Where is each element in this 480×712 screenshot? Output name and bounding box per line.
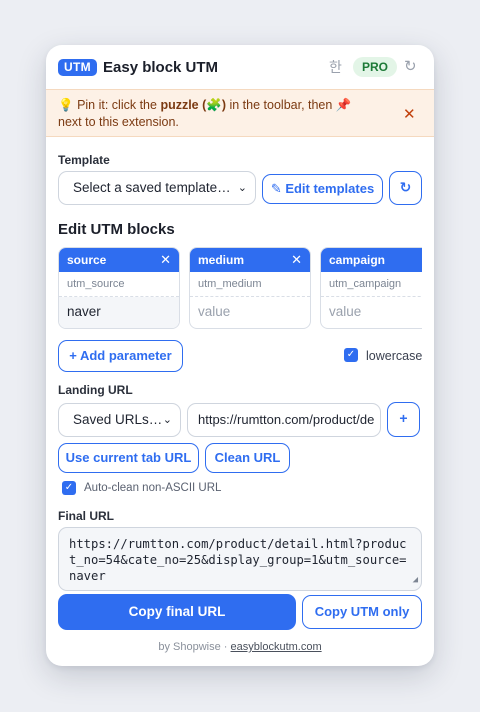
- utm-block-campaign: campaign utm_campaign value: [320, 247, 422, 329]
- pin-notice-banner: 💡 Pin it: click the puzzle (🧩) in the to…: [46, 89, 434, 137]
- autoclean-label: Auto-clean non-ASCII URL: [84, 482, 222, 494]
- landing-url-input[interactable]: https://rumtton.com/product/de: [187, 403, 381, 437]
- utm-block-source: source ✕ utm_source naver: [58, 247, 180, 329]
- copy-utm-only-button[interactable]: Copy UTM only: [302, 595, 422, 629]
- utm-blocks-row: source ✕ utm_source naver medium ✕ utm_m…: [58, 247, 422, 329]
- remove-block-icon[interactable]: ✕: [160, 248, 171, 272]
- utm-value-field[interactable]: value: [190, 297, 310, 328]
- utm-block-header[interactable]: campaign: [321, 248, 422, 272]
- notice-text-part: in the toolbar, then: [229, 98, 333, 112]
- header: UTM Easy block UTM 한 PRO ↻: [46, 45, 434, 89]
- clean-url-button[interactable]: Clean URL: [205, 443, 290, 473]
- chevron-down-icon: ⌄: [237, 182, 247, 194]
- lowercase-label: lowercase: [366, 349, 423, 363]
- autoclean-checkbox[interactable]: ✓: [62, 481, 76, 495]
- utm-value-field[interactable]: value: [321, 297, 422, 328]
- notice-text-part: Pin it: click the: [77, 98, 157, 112]
- remove-block-icon[interactable]: ✕: [291, 248, 302, 272]
- edit-utm-heading: Edit UTM blocks: [58, 221, 175, 238]
- utm-value-field[interactable]: naver: [59, 297, 179, 328]
- saved-urls-select[interactable]: Saved URLs… ⌄: [58, 403, 181, 437]
- utm-key-field[interactable]: utm_source: [59, 272, 179, 297]
- reload-icon[interactable]: ↻: [404, 57, 417, 75]
- utm-key-field[interactable]: utm_campaign: [321, 272, 422, 297]
- resize-grip-icon[interactable]: ◢: [413, 572, 418, 588]
- lowercase-checkbox[interactable]: ✓: [344, 348, 358, 362]
- add-parameter-button[interactable]: + Add parameter: [58, 340, 183, 372]
- lightbulb-icon: 💡: [58, 98, 74, 112]
- notice-puzzle-text: puzzle (🧩): [160, 98, 226, 112]
- utm-block-title: campaign: [329, 253, 386, 267]
- notice-text-part: next to this extension.: [58, 115, 179, 129]
- landing-url-label: Landing URL: [58, 383, 133, 397]
- utm-key-field[interactable]: utm_medium: [190, 272, 310, 297]
- language-toggle-button[interactable]: 한: [329, 57, 342, 77]
- footer: by Shopwise · easyblockutm.com: [46, 641, 434, 653]
- refresh-templates-icon[interactable]: ↻: [389, 171, 422, 205]
- template-select[interactable]: Select a saved template… ⌄: [58, 171, 256, 205]
- footer-link[interactable]: easyblockutm.com: [231, 641, 322, 653]
- pushpin-icon: 📌: [335, 98, 352, 112]
- saved-urls-value: Saved URLs…: [73, 412, 163, 427]
- utm-block-header[interactable]: medium ✕: [190, 248, 310, 272]
- use-current-tab-button[interactable]: Use current tab URL: [58, 443, 199, 473]
- save-url-add-icon[interactable]: +: [387, 402, 420, 437]
- final-url-textarea[interactable]: https://rumtton.com/product/detail.html?…: [58, 527, 422, 591]
- final-url-label: Final URL: [58, 509, 114, 523]
- utm-block-title: source: [67, 253, 107, 267]
- footer-credit: by Shopwise ·: [158, 641, 228, 653]
- edit-templates-button[interactable]: ✎ Edit templates: [262, 174, 383, 204]
- utm-block-title: medium: [198, 253, 245, 267]
- final-url-text: https://rumtton.com/product/detail.html?…: [69, 537, 407, 583]
- pro-badge[interactable]: PRO: [353, 57, 397, 77]
- close-notice-icon[interactable]: ✕: [403, 105, 416, 123]
- utm-block-medium: medium ✕ utm_medium value: [189, 247, 311, 329]
- copy-final-url-button[interactable]: Copy final URL: [58, 594, 296, 630]
- chevron-down-icon: ⌄: [162, 414, 172, 426]
- app-title: Easy block UTM: [103, 59, 219, 76]
- pin-notice-text: 💡 Pin it: click the puzzle (🧩) in the to…: [58, 97, 378, 131]
- extension-popup: UTM Easy block UTM 한 PRO ↻ 💡 Pin it: cli…: [46, 45, 434, 666]
- utm-block-header[interactable]: source ✕: [59, 248, 179, 272]
- template-select-value: Select a saved template…: [73, 180, 231, 195]
- template-label: Template: [58, 153, 110, 167]
- utm-logo-badge: UTM: [58, 59, 97, 76]
